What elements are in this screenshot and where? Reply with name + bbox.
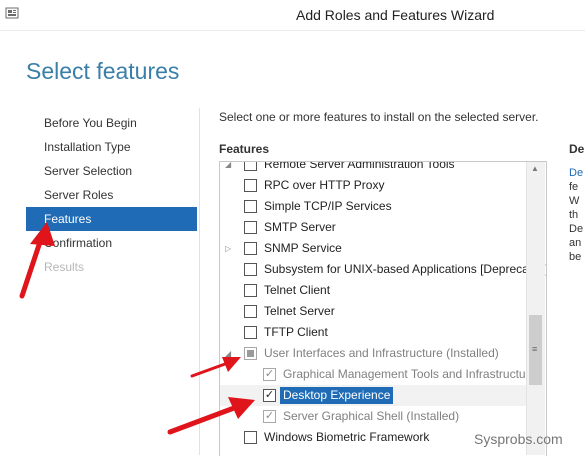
annotation-arrows xyxy=(19,222,255,435)
watermark: Sysprobs.com xyxy=(474,431,563,447)
